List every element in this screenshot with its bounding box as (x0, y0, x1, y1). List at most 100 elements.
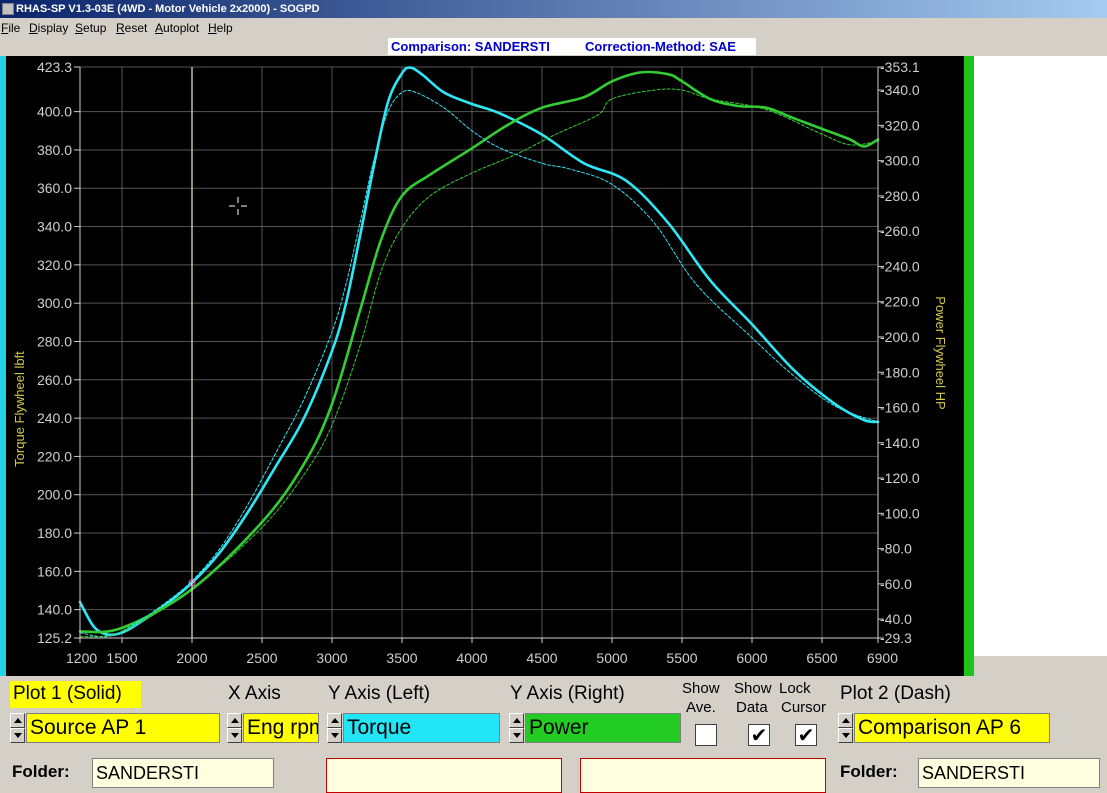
correction-method-label: Correction-Method: SAE (585, 39, 736, 54)
y-right-tick-label: -40.0 (880, 611, 912, 627)
y-right-tick-label: -240.0 (880, 258, 920, 274)
x-tick-label: 4500 (526, 650, 557, 666)
spinner-up-icon[interactable] (838, 713, 853, 728)
power-solid-line (78, 70, 880, 634)
empty-panel-left (326, 758, 562, 793)
spinner-up-icon[interactable] (10, 713, 25, 728)
y-axis-left-field[interactable]: Torque (343, 713, 500, 743)
window-title: RHAS-SP V1.3-03E (4WD - Motor Vehicle 2x… (16, 3, 320, 15)
side-panel (974, 56, 1107, 656)
y-left-tick-label: 380.0 (37, 142, 72, 158)
y-left-tick-label: 360.0 (37, 180, 72, 196)
app-icon (2, 3, 14, 15)
empty-panel-right (580, 758, 826, 793)
menu-file[interactable]: File (1, 21, 20, 35)
cursor-group (188, 67, 196, 638)
x-tick-label: 2500 (246, 650, 277, 666)
power-dash-line (79, 88, 879, 638)
x-tick-label: 4000 (456, 650, 487, 666)
y-right-tick-label: -80.0 (880, 541, 912, 557)
y-axis-right-label: Y Axis (Right) (510, 683, 625, 704)
menu-help[interactable]: Help (208, 21, 233, 35)
y-left-tick-label: 200.0 (37, 487, 72, 503)
menu-autoplot[interactable]: Autoplot (155, 21, 199, 35)
y-right-tick-label: -140.0 (880, 435, 920, 451)
comparison-info-bar: Comparison: SANDERSTI Correction-Method:… (388, 38, 756, 55)
x-tick-label: 1200 (66, 650, 97, 666)
show-ave-label-1: Show (682, 680, 720, 697)
y-axis-left-title: Torque Flywheel lbft (12, 351, 27, 467)
y-axis-right-title: Power Flywheel HP (933, 296, 948, 409)
plot2-source-field[interactable]: Comparison AP 6 (854, 713, 1050, 743)
show-ave-checkbox[interactable] (695, 724, 717, 746)
y-axis-right-field[interactable]: Power (525, 713, 681, 743)
lock-cursor-checkbox[interactable]: ✔ (795, 724, 817, 746)
x-tick-label: 3000 (316, 650, 347, 666)
torque-dash-line (79, 89, 879, 638)
crosshair-icon (229, 197, 247, 215)
y-right-tick-label: -260.0 (880, 223, 920, 239)
y-right-tick-label: -120.0 (880, 470, 920, 486)
y-left-tick-label: 423.3 (37, 59, 72, 75)
y-right-tick-label: -100.0 (880, 505, 920, 521)
menu-setup[interactable]: Setup (75, 21, 106, 35)
y-axis-left-spinner[interactable] (327, 713, 342, 743)
x-tick-label: 2000 (176, 650, 207, 666)
spinner-up-icon[interactable] (227, 713, 242, 728)
x-axis-label: X Axis (228, 683, 281, 704)
spinner-down-icon[interactable] (838, 728, 853, 743)
folder-left-field[interactable]: SANDERSTI (92, 758, 274, 788)
y-left-tick-label: 240.0 (37, 410, 72, 426)
show-data-label-1: Show (734, 680, 772, 697)
x-axis-field[interactable]: Eng rpm (243, 713, 319, 743)
y-left-tick-label: 300.0 (37, 295, 72, 311)
spinner-down-icon[interactable] (227, 728, 242, 743)
x-tick-label: 1500 (106, 650, 137, 666)
y-left-tick-label: 160.0 (37, 563, 72, 579)
show-data-checkbox[interactable]: ✔ (748, 724, 770, 746)
plot2-spinner[interactable] (838, 713, 853, 743)
menu-reset[interactable]: Reset (116, 21, 147, 35)
spinner-down-icon[interactable] (509, 728, 524, 743)
spinner-down-icon[interactable] (327, 728, 342, 743)
y-axis-left-label: Y Axis (Left) (328, 683, 431, 704)
lock-cursor-label-2: Cursor (781, 699, 827, 716)
y-left-tick-label: 125.2 (37, 630, 72, 646)
spinner-up-icon[interactable] (327, 713, 342, 728)
dyno-chart[interactable]: 1200 1500 2000 2500 3000 3500 4000 4500 5000 5500… (6, 56, 964, 676)
title-bar: RHAS-SP V1.3-03E (4WD - Motor Vehicle 2x… (0, 0, 1107, 18)
y-left-tick-label: 340.0 (37, 219, 72, 235)
y-left-tick-label: 260.0 (37, 372, 72, 388)
folder-right-label: Folder: (840, 762, 898, 781)
y-right-tick-label: -29.3 (880, 630, 912, 646)
menu-display[interactable]: Display (29, 21, 68, 35)
x-tick-label: 5000 (596, 650, 627, 666)
folder-right-field[interactable]: SANDERSTI (918, 758, 1100, 788)
y-right-tick-label: -340.0 (880, 82, 920, 98)
spinner-down-icon[interactable] (10, 728, 25, 743)
spinner-up-icon[interactable] (509, 713, 524, 728)
x-tick-label: 3500 (386, 650, 417, 666)
y-right-tick-label: -200.0 (880, 329, 920, 345)
y-right-tick-label: -300.0 (880, 153, 920, 169)
plot1-label: Plot 1 (Solid) (13, 683, 122, 704)
y-right-tick-label: -280.0 (880, 188, 920, 204)
chart-svg[interactable]: 1200 1500 2000 2500 3000 3500 4000 4500 5000 5500… (6, 56, 964, 676)
y-left-tick-label: 280.0 (37, 333, 72, 349)
y-right-tick-label: -353.1 (880, 59, 920, 75)
y-right-tick-label: -60.0 (880, 576, 912, 592)
x-axis-spinner[interactable] (227, 713, 242, 743)
menu-bar: File Display Setup Reset Autoplot Help (0, 18, 1107, 38)
plot1-source-field[interactable]: Source AP 1 (26, 713, 220, 743)
y-left-tick-label: 180.0 (37, 525, 72, 541)
y-left-tick-label: 220.0 (37, 448, 72, 464)
plot1-spinner[interactable] (10, 713, 25, 743)
y-axis-right-spinner[interactable] (509, 713, 524, 743)
y-right-tick-label: -180.0 (880, 364, 920, 380)
plot2-label: Plot 2 (Dash) (840, 683, 951, 704)
x-tick-label: 6900 (867, 650, 898, 666)
y-right-tick-label: -320.0 (880, 117, 920, 133)
y-right-tick-label: -220.0 (880, 294, 920, 310)
folder-left-label: Folder: (12, 762, 70, 781)
y-left-tick-label: 320.0 (37, 257, 72, 273)
